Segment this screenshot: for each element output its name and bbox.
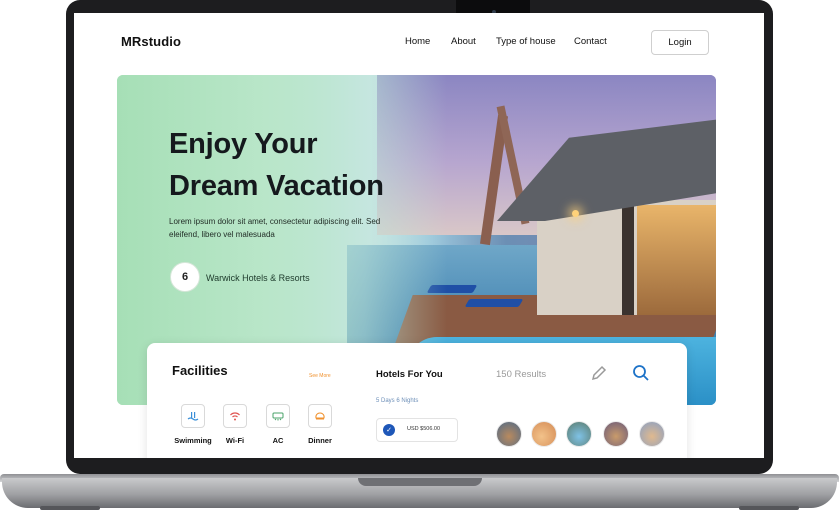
hero-lounge-chair [464, 299, 524, 307]
hotels-title: Hotels For You [376, 369, 443, 380]
facility-label: AC [272, 436, 284, 445]
hero-villa-room [637, 205, 716, 315]
pool-icon [181, 404, 205, 428]
hotel-thumbnail[interactable] [566, 421, 592, 447]
hotel-thumbnail[interactable] [496, 421, 522, 447]
price-value: USD $506.00 [407, 426, 441, 432]
facility-wifi[interactable]: Wi-Fi [215, 404, 255, 445]
laptop-foot-left [40, 506, 100, 510]
hotel-brand-name[interactable]: Warwick Hotels & Resorts [206, 273, 310, 283]
price-option[interactable]: ✓ USD $506.00 [376, 418, 458, 442]
results-count: 150 Results [496, 369, 547, 380]
login-button[interactable]: Login [651, 30, 709, 55]
facility-swimming[interactable]: Swimming [173, 404, 213, 445]
screen: MRstudio Home About Type of house Contac… [74, 13, 764, 458]
hotel-thumbnail[interactable] [639, 421, 665, 447]
wifi-icon [223, 404, 247, 428]
facility-ac[interactable]: AC [258, 404, 298, 445]
laptop-groove [358, 478, 482, 486]
hotel-thumbnail[interactable] [603, 421, 629, 447]
check-icon: ✓ [383, 424, 395, 436]
facility-label: Dinner [308, 436, 332, 445]
ac-icon [266, 404, 290, 428]
laptop-foot-right [739, 506, 799, 510]
hotel-logo-badge: 6 [170, 262, 200, 292]
search-card: Facilities See More Swimming Wi-Fi AC Di… [147, 343, 687, 458]
nav-contact[interactable]: Contact [574, 36, 607, 47]
hotel-logo-glyph: 6 [181, 271, 189, 283]
dinner-icon [308, 404, 332, 428]
stay-duration: 5 Days 6 Nights [376, 398, 419, 404]
brand-logo[interactable]: MRstudio [121, 34, 181, 49]
facility-dinner[interactable]: Dinner [300, 404, 340, 445]
nav-type-of-house[interactable]: Type of house [496, 36, 556, 47]
hero-lamp [572, 210, 579, 217]
hero-villa-pillar [622, 203, 634, 315]
hero-description: Lorem ipsum dolor sit amet, consectetur … [169, 217, 381, 239]
facilities-title: Facilities [172, 363, 228, 378]
hero-title: Enjoy Your Dream Vacation [169, 128, 384, 202]
nav-home[interactable]: Home [405, 36, 430, 47]
nav-about[interactable]: About [451, 36, 476, 47]
facility-label: Wi-Fi [225, 436, 245, 445]
facility-label: Swimming [174, 436, 212, 445]
see-more-link[interactable]: See More [309, 373, 331, 379]
hotel-thumbnail[interactable] [531, 421, 557, 447]
pencil-icon[interactable] [589, 363, 609, 383]
search-icon[interactable] [631, 363, 651, 383]
